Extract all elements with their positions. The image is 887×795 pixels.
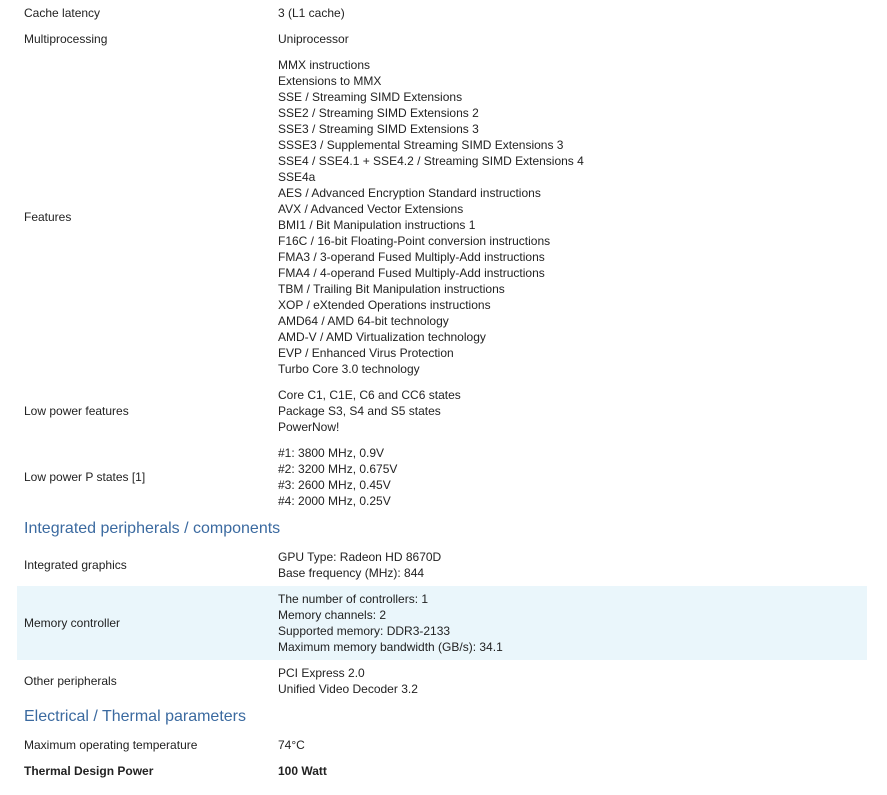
spec-row-features: Features MMX instructions Extensions to … [17,52,867,382]
spec-value-line: 100 Watt [278,764,327,778]
feature-item: F16C / 16-bit Floating-Point conversion … [278,234,551,248]
spec-value-line: PowerNow! [278,420,340,434]
spec-row-multiprocessing: Multiprocessing Uniprocessor [17,26,867,52]
spec-label: Memory controller [24,616,121,630]
spec-value-line: Core C1, C1E, C6 and CC6 states [278,388,461,402]
spec-value-line: Memory channels: 2 [278,608,387,622]
spec-row-low-power-p-states: Low power P states [1] #1: 3800 MHz, 0.9… [17,440,867,514]
spec-row-low-power-features: Low power features Core C1, C1E, C6 and … [17,382,867,440]
feature-item: AMD-V / AMD Virtualization technology [278,330,486,344]
spec-label: Cache latency [24,6,101,20]
feature-item: SSE4 / SSE4.1 + SSE4.2 / Streaming SIMD … [278,154,584,168]
spec-label: Thermal Design Power [24,764,154,778]
spec-value-line: GPU Type: Radeon HD 8670D [278,550,442,564]
spec-value-line: #3: 2600 MHz, 0.45V [278,478,391,492]
spec-row-memory-controller: Memory controller The number of controll… [17,586,867,660]
spec-row-max-operating-temp: Maximum operating temperature 74°C [17,732,867,758]
feature-item: EVP / Enhanced Virus Protection [278,346,454,360]
spec-value-line: #2: 3200 MHz, 0.675V [278,462,398,476]
spec-value: 3 (L1 cache) [278,0,867,26]
feature-item: AMD64 / AMD 64-bit technology [278,314,449,328]
spec-value-line: Base frequency (MHz): 844 [278,566,425,580]
feature-item: Extensions to MMX [278,74,382,88]
spec-value-line: Maximum memory bandwidth (GB/s): 34.1 [278,640,503,654]
spec-row-cache-latency: Cache latency 3 (L1 cache) [17,0,867,26]
spec-label: Other peripherals [24,674,117,688]
spec-value-line: Supported memory: DDR3-2133 [278,624,451,638]
feature-item: SSSE3 / Supplemental Streaming SIMD Exte… [278,138,564,152]
section-title: Integrated peripherals / components [24,520,281,537]
feature-item: FMA3 / 3-operand Fused Multiply-Add inst… [278,250,545,264]
section-title: Electrical / Thermal parameters [24,708,246,725]
spec-value-line: Unified Video Decoder 3.2 [278,682,418,696]
spec-label: Low power P states [1] [24,470,146,484]
feature-item: SSE2 / Streaming SIMD Extensions 2 [278,106,479,120]
feature-item: Turbo Core 3.0 technology [278,362,420,376]
feature-item: FMA4 / 4-operand Fused Multiply-Add inst… [278,266,545,280]
spec-value: PCI Express 2.0 Unified Video Decoder 3.… [278,660,867,702]
section-heading-peripherals: Integrated peripherals / components [17,514,867,544]
spec-value: MMX instructions Extensions to MMX SSE /… [278,52,867,382]
spec-label: Low power features [24,404,129,418]
spec-label: Integrated graphics [24,558,127,572]
spec-label: Maximum operating temperature [24,738,198,752]
spec-value-line: #1: 3800 MHz, 0.9V [278,446,385,460]
spec-table: Cache latency 3 (L1 cache) Multiprocessi… [17,0,867,784]
feature-item: SSE4a [278,170,316,184]
feature-item: MMX instructions [278,58,371,72]
feature-item: TBM / Trailing Bit Manipulation instruct… [278,282,505,296]
spec-value: GPU Type: Radeon HD 8670D Base frequency… [278,544,867,586]
feature-item: AES / Advanced Encryption Standard instr… [278,186,541,200]
spec-value: Uniprocessor [278,26,867,52]
spec-value-line: The number of controllers: 1 [278,592,429,606]
spec-row-integrated-graphics: Integrated graphics GPU Type: Radeon HD … [17,544,867,586]
spec-value: Core C1, C1E, C6 and CC6 states Package … [278,382,867,440]
section-heading-electrical: Electrical / Thermal parameters [17,702,867,732]
feature-item: BMI1 / Bit Manipulation instructions 1 [278,218,476,232]
spec-value-line: #4: 2000 MHz, 0.25V [278,494,391,508]
spec-value: 74°C [278,732,867,758]
spec-row-other-peripherals: Other peripherals PCI Express 2.0 Unifie… [17,660,867,702]
feature-item: XOP / eXtended Operations instructions [278,298,491,312]
spec-value-line: Uniprocessor [278,32,349,46]
spec-value: The number of controllers: 1 Memory chan… [278,586,867,660]
feature-item: AVX / Advanced Vector Extensions [278,202,464,216]
spec-value-line: Package S3, S4 and S5 states [278,404,441,418]
spec-label: Features [24,210,72,224]
spec-value: 100 Watt [278,758,867,784]
spec-value-line: PCI Express 2.0 [278,666,365,680]
spec-value: #1: 3800 MHz, 0.9V #2: 3200 MHz, 0.675V … [278,440,867,514]
spec-row-tdp: Thermal Design Power 100 Watt [17,758,867,784]
feature-item: SSE / Streaming SIMD Extensions [278,90,463,104]
feature-item: SSE3 / Streaming SIMD Extensions 3 [278,122,479,136]
spec-label: Multiprocessing [24,32,108,46]
spec-value-line: 74°C [278,738,305,752]
spec-value-line: 3 (L1 cache) [278,6,345,20]
